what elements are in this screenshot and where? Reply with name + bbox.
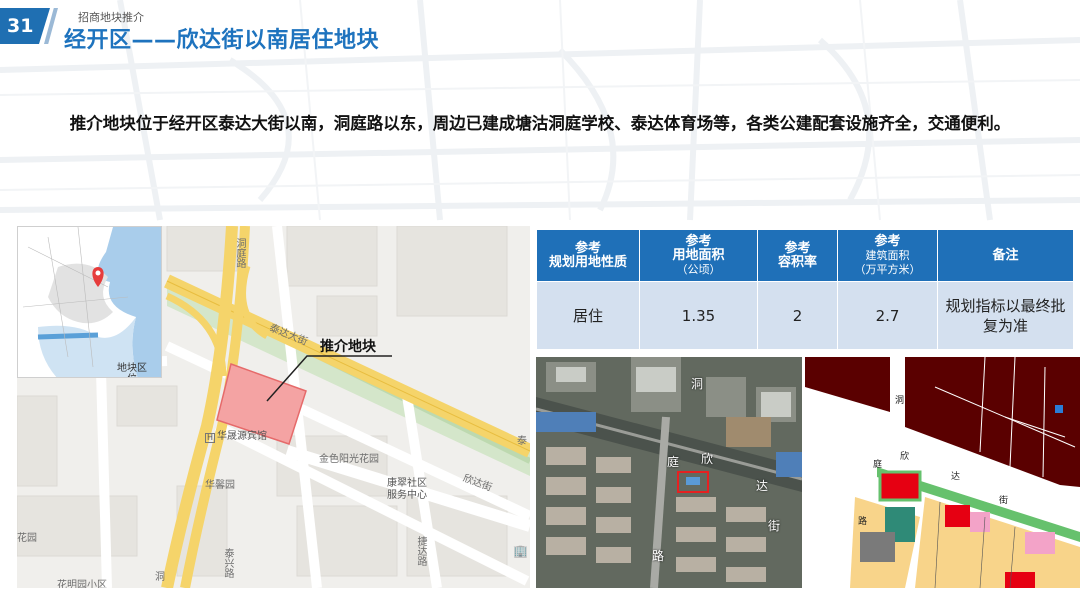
aerial-da-label: 达	[756, 479, 769, 493]
cell-far: 2	[757, 281, 838, 350]
aerial-lu-label: 路	[652, 549, 665, 563]
cell-area: 1.35	[639, 281, 758, 350]
plan-da-label: 达	[951, 472, 961, 482]
header-floor-area: 参考 建筑面积 （万平方米）	[837, 229, 938, 282]
dong-bottom-label: 洞	[155, 572, 165, 583]
intro-text: 推介地块位于经开区泰达大街以南，洞庭路以东，周边已建成塘沽洞庭学校、泰达体育场等…	[69, 114, 1011, 133]
taida-right-label: 泰	[517, 436, 527, 447]
inset-graphic	[18, 227, 161, 377]
kangcui-center-label: 康翠社区 服务中心	[387, 478, 427, 501]
plan-xin-label: 欣	[900, 452, 910, 462]
taixing-road-label: 泰兴路	[222, 548, 233, 578]
header-land-use: 参考 规划用地性质	[536, 229, 640, 282]
plan-dong-label: 洞	[895, 396, 905, 406]
huaxin-garden-label: 华馨园	[205, 480, 235, 491]
aerial-dong-label: 洞	[691, 377, 704, 391]
aerial-jie-label: 街	[768, 519, 781, 533]
header-far: 参考 容积率	[757, 229, 838, 282]
inset-location-label: 地块区位	[117, 363, 147, 377]
plan-graphic	[805, 357, 1080, 588]
jieda-road-label: 捷达路	[415, 536, 426, 566]
table-row: 居住 1.35 2 2.7 规划指标以最终批复为准	[536, 281, 1074, 350]
garden-left-label: 花园	[17, 533, 37, 544]
building-icon: 🏢	[513, 544, 528, 558]
aerial-xin-label: 欣	[701, 452, 714, 466]
hotel-icon: H	[205, 433, 215, 443]
hotel-label: H 华晟源宾馆	[205, 431, 267, 443]
dongting-road-label: 洞庭路	[234, 238, 245, 268]
land-use-plan: 洞 庭 欣 达 街 路	[805, 357, 1080, 588]
page-number-badge: 31	[0, 8, 50, 44]
reference-indicators-table: 参考 规划用地性质 参考 用地面积 （公顷） 参考 容积率 参考 建筑面积 （万平方米） 备…	[536, 229, 1074, 350]
parcel-callout-label: 推介地块	[320, 339, 376, 355]
cell-floor-area: 2.7	[837, 281, 938, 350]
plan-lu-label: 路	[858, 517, 868, 527]
jinse-garden-label: 金色阳光花园	[319, 454, 379, 465]
inset-locator-map: 地块区位	[17, 226, 162, 378]
huaming-label: 花明园小区	[57, 580, 107, 588]
page-number: 31	[7, 15, 34, 37]
header-area: 参考 用地面积 （公顷）	[639, 229, 758, 282]
plan-ting-label: 庭	[873, 460, 883, 470]
header-note: 备注	[937, 229, 1074, 282]
cell-note: 规划指标以最终批复为准	[937, 281, 1074, 350]
aerial-ting-label: 庭	[667, 455, 680, 469]
plan-jie-label: 街	[999, 496, 1009, 506]
cell-land-use: 居住	[536, 281, 640, 350]
aerial-photo: 洞 庭 路 欣 达 街	[536, 357, 802, 588]
table-header-row: 参考 规划用地性质 参考 用地面积 （公顷） 参考 容积率 参考 建筑面积 （万平方米） 备…	[536, 229, 1074, 282]
aerial-graphic	[536, 357, 802, 588]
page-title: 经开区——欣达街以南居住地块	[64, 28, 380, 53]
